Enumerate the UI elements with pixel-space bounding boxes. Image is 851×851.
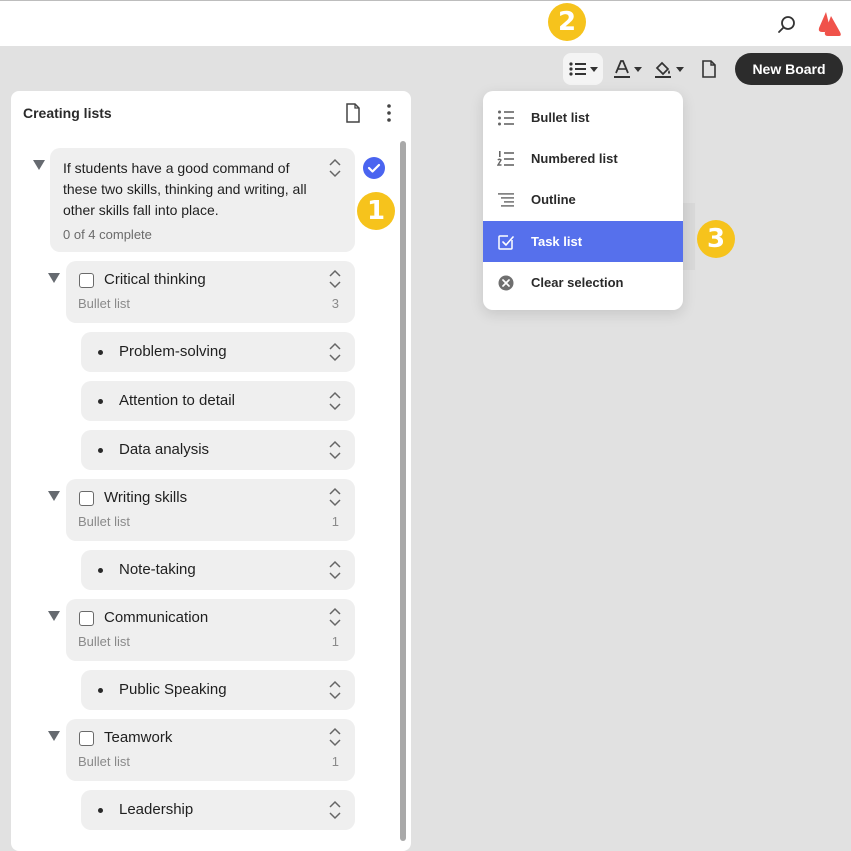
- reorder-icon[interactable]: [328, 342, 342, 362]
- collapse-toggle-icon[interactable]: [48, 731, 60, 741]
- list-item[interactable]: Leadership: [81, 790, 355, 830]
- group-label: Communication: [104, 609, 209, 626]
- chevron-down-icon: [633, 66, 642, 72]
- clear-icon: [498, 275, 514, 290]
- menu-item-label: Bullet list: [531, 110, 590, 125]
- top-bar: [0, 0, 851, 46]
- new-board-button[interactable]: New Board: [735, 53, 843, 85]
- task-checkbox[interactable]: [79, 491, 94, 506]
- group-card[interactable]: Teamwork Bullet list 1: [66, 719, 355, 781]
- group-type: Bullet list: [78, 634, 131, 649]
- collapse-toggle-icon[interactable]: [48, 491, 60, 501]
- group-card[interactable]: Communication Bullet list 1: [66, 599, 355, 661]
- group-count: 1: [331, 634, 339, 649]
- menu-item-clear-selection[interactable]: Clear selection: [483, 262, 683, 303]
- menu-item-label: Numbered list: [531, 151, 618, 166]
- menu-item-bullet-list[interactable]: Bullet list: [483, 97, 683, 138]
- group-type: Bullet list: [78, 296, 131, 311]
- group-label: Critical thinking: [104, 271, 206, 288]
- reorder-icon[interactable]: [328, 727, 342, 747]
- list-item[interactable]: Note-taking: [81, 550, 355, 590]
- group-label: Writing skills: [104, 489, 188, 506]
- menu-shadow: [683, 203, 695, 270]
- reorder-icon[interactable]: [328, 607, 342, 627]
- bullet-list-icon: [498, 110, 514, 125]
- group-count: 1: [331, 754, 339, 769]
- document-icon: [702, 60, 716, 78]
- group-label: Teamwork: [104, 729, 173, 746]
- menu-item-outline[interactable]: Outline: [483, 179, 683, 220]
- reorder-icon[interactable]: [328, 800, 342, 820]
- reorder-icon[interactable]: [328, 158, 342, 178]
- group-card[interactable]: Writing skills Bullet list 1: [66, 479, 355, 541]
- menu-item-label: Outline: [531, 192, 576, 207]
- list-style-menu: Bullet list Numbered list Outline Task l…: [483, 91, 683, 310]
- menu-item-numbered-list[interactable]: Numbered list: [483, 138, 683, 179]
- complete-check-icon[interactable]: [363, 157, 385, 179]
- list-item[interactable]: Attention to detail: [81, 381, 355, 421]
- bullet-icon: [98, 350, 103, 355]
- bullet-icon: [98, 399, 103, 404]
- fill-color-icon: [654, 61, 671, 78]
- reorder-icon[interactable]: [328, 391, 342, 411]
- reorder-icon[interactable]: [328, 680, 342, 700]
- list-item-label: Public Speaking: [119, 681, 227, 698]
- list-item-label: Data analysis: [119, 441, 210, 458]
- brand-logo[interactable]: [817, 10, 841, 38]
- list-style-icon: [568, 62, 586, 76]
- scrollbar[interactable]: [400, 141, 406, 841]
- group-type: Bullet list: [78, 754, 131, 769]
- collapse-toggle-icon[interactable]: [33, 160, 45, 170]
- fill-color-button[interactable]: [650, 53, 686, 85]
- list-item-label: Leadership: [119, 801, 194, 818]
- task-checkbox[interactable]: [79, 731, 94, 746]
- text-color-icon: [613, 60, 630, 78]
- callout-badge-1: 1: [357, 192, 395, 230]
- task-checkbox[interactable]: [79, 273, 94, 288]
- more-options-icon[interactable]: [383, 103, 395, 123]
- bullet-icon: [98, 688, 103, 693]
- list-item[interactable]: Problem-solving: [81, 332, 355, 372]
- list-style-button[interactable]: [563, 53, 603, 85]
- list-item[interactable]: Data analysis: [81, 430, 355, 470]
- root-item-progress: 0 of 4 complete: [63, 227, 152, 242]
- menu-item-label: Clear selection: [531, 275, 624, 290]
- search-icon[interactable]: [776, 14, 798, 36]
- callout-badge-2: 2: [548, 3, 586, 41]
- group-card[interactable]: Critical thinking Bullet list 3: [66, 261, 355, 323]
- root-item-text: If students have a good command of these…: [63, 160, 307, 218]
- menu-item-label: Task list: [531, 234, 583, 249]
- list-item-label: Attention to detail: [119, 392, 235, 409]
- outline-icon: [498, 192, 514, 207]
- callout-badge-3: 3: [697, 220, 735, 258]
- task-checkbox[interactable]: [79, 611, 94, 626]
- root-item-card[interactable]: If students have a good command of these…: [50, 148, 355, 252]
- reorder-icon[interactable]: [328, 560, 342, 580]
- list-item-label: Note-taking: [119, 561, 196, 578]
- text-color-button[interactable]: [610, 53, 644, 85]
- reorder-icon[interactable]: [328, 440, 342, 460]
- bullet-icon: [98, 808, 103, 813]
- reorder-icon[interactable]: [328, 487, 342, 507]
- document-button[interactable]: [696, 53, 722, 85]
- bullet-icon: [98, 568, 103, 573]
- collapse-toggle-icon[interactable]: [48, 611, 60, 621]
- task-list-icon: [498, 234, 514, 250]
- group-count: 3: [331, 296, 339, 311]
- collapse-toggle-icon[interactable]: [48, 273, 60, 283]
- chevron-down-icon: [675, 66, 684, 72]
- list-item[interactable]: Public Speaking: [81, 670, 355, 710]
- reorder-icon[interactable]: [328, 269, 342, 289]
- bullet-icon: [98, 448, 103, 453]
- chevron-down-icon: [589, 66, 598, 72]
- list-item-label: Problem-solving: [119, 343, 227, 360]
- document-icon[interactable]: [344, 103, 362, 123]
- group-count: 1: [331, 514, 339, 529]
- numbered-list-icon: [497, 150, 514, 166]
- group-type: Bullet list: [78, 514, 131, 529]
- board-title: Creating lists: [23, 105, 112, 121]
- menu-item-task-list[interactable]: Task list: [483, 221, 683, 262]
